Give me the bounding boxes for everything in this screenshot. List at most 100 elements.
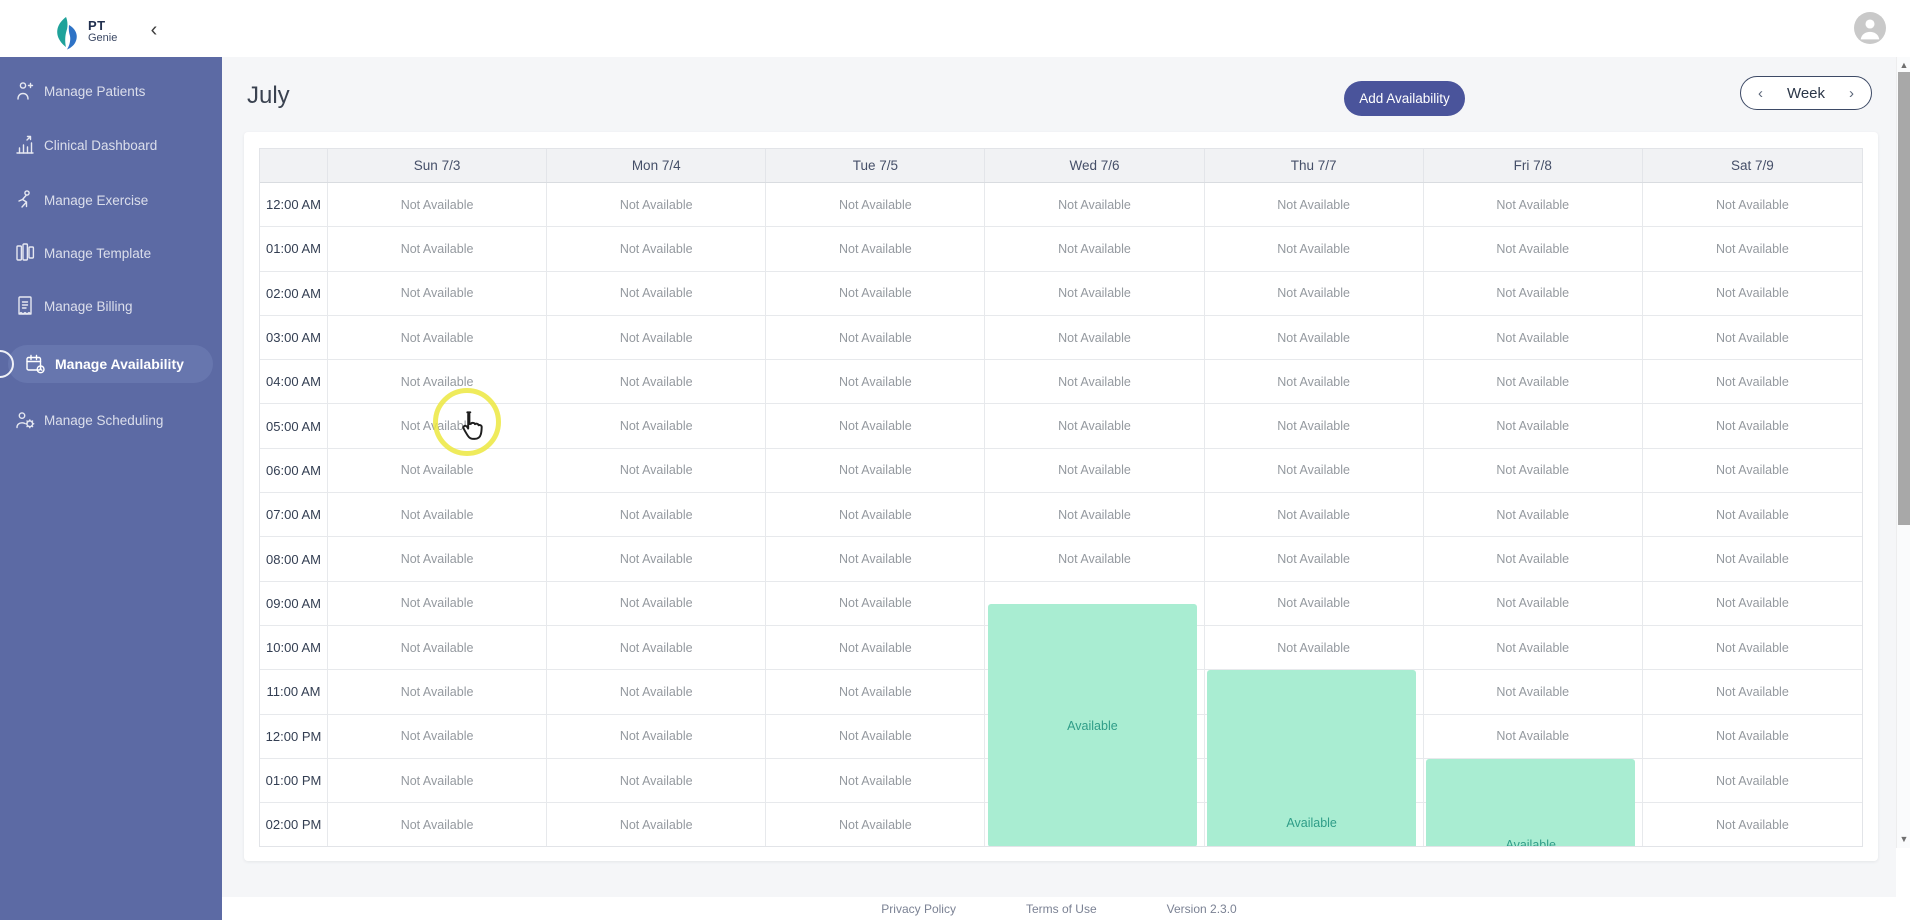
calendar-cell[interactable]: Not Available (547, 758, 767, 804)
user-avatar[interactable] (1854, 12, 1886, 44)
calendar-cell[interactable]: Not Available (328, 493, 548, 538)
calendar-cell[interactable]: Not Available (766, 758, 986, 804)
calendar-cell[interactable]: Not Available (1423, 448, 1643, 494)
calendar-cell[interactable]: Not Available (547, 271, 767, 316)
calendar-cell[interactable]: Not Available (766, 714, 986, 759)
calendar-cell[interactable]: Not Available (547, 315, 767, 361)
calendar-cell[interactable]: Not Available (766, 183, 986, 228)
calendar-cell[interactable]: Not Available (1642, 448, 1862, 494)
footer-link-terms-of-use[interactable]: Terms of Use (1026, 902, 1097, 916)
calendar-cell[interactable]: Not Available (1204, 581, 1424, 626)
calendar-cell[interactable]: Not Available (1204, 183, 1424, 228)
calendar-cell[interactable]: Not Available (1642, 183, 1862, 228)
calendar-cell[interactable]: Not Available (328, 360, 548, 405)
calendar-cell[interactable]: Not Available (1204, 625, 1424, 671)
calendar-cell[interactable]: Not Available (1423, 493, 1643, 538)
add-availability-button[interactable]: Add Availability (1344, 81, 1465, 116)
calendar-cell[interactable]: Not Available (547, 404, 767, 449)
calendar-cell[interactable]: Not Available (1423, 183, 1643, 228)
calendar-cell[interactable]: Not Available (985, 315, 1205, 361)
sidebar-item-clinical-dashboard[interactable]: Clinical Dashboard (0, 123, 222, 167)
calendar-cell[interactable]: Not Available (985, 183, 1205, 228)
calendar-cell[interactable]: Not Available (1642, 537, 1862, 582)
calendar-cell[interactable]: Not Available (1642, 493, 1862, 538)
calendar-cell[interactable]: Not Available (766, 581, 986, 626)
sidebar-item-manage-patients[interactable]: Manage Patients (0, 69, 222, 113)
calendar-cell[interactable]: Not Available (547, 803, 767, 846)
calendar-cell[interactable]: Not Available (547, 670, 767, 715)
sidebar-item-manage-template[interactable]: Manage Template (0, 231, 222, 275)
calendar-cell[interactable]: Not Available (1423, 227, 1643, 272)
calendar-cell[interactable]: Not Available (328, 183, 548, 228)
calendar-cell[interactable]: Not Available (985, 404, 1205, 449)
calendar-cell[interactable]: Not Available (1423, 315, 1643, 361)
calendar-cell[interactable]: Not Available (1642, 271, 1862, 316)
vertical-scrollbar[interactable]: ▲ ▼ (1896, 57, 1910, 848)
calendar-cell[interactable]: Not Available (328, 581, 548, 626)
calendar-cell[interactable]: Not Available (1642, 670, 1862, 715)
calendar-cell[interactable]: Not Available (1642, 404, 1862, 449)
calendar-cell[interactable]: Not Available (328, 537, 548, 582)
next-week-chevron-icon[interactable]: › (1846, 84, 1857, 103)
calendar-cell[interactable]: Not Available (985, 227, 1205, 272)
scroll-down-arrow-icon[interactable]: ▼ (1898, 833, 1910, 845)
calendar-cell[interactable]: Not Available (766, 227, 986, 272)
calendar-cell[interactable]: Not Available (328, 803, 548, 846)
calendar-cell[interactable]: Not Available (1204, 315, 1424, 361)
calendar-cell[interactable]: Not Available (1204, 448, 1424, 494)
calendar-cell[interactable]: Not Available (766, 271, 986, 316)
calendar-cell[interactable]: Not Available (547, 448, 767, 494)
calendar-cell[interactable]: Not Available (547, 714, 767, 759)
sidebar-item-manage-exercise[interactable]: Manage Exercise (0, 178, 222, 222)
calendar-cell[interactable]: Not Available (328, 315, 548, 361)
calendar-cell[interactable]: Not Available (766, 493, 986, 538)
calendar-cell[interactable]: Not Available (985, 271, 1205, 316)
calendar-cell[interactable]: Not Available (1642, 714, 1862, 759)
scrollbar-thumb[interactable] (1898, 72, 1910, 525)
calendar-cell[interactable]: Not Available (1423, 625, 1643, 671)
calendar-cell[interactable]: Not Available (1423, 714, 1643, 759)
calendar-cell[interactable]: Not Available (766, 448, 986, 494)
calendar-cell[interactable]: Not Available (328, 448, 548, 494)
sidebar-item-manage-billing[interactable]: Manage Billing (0, 284, 222, 328)
calendar-cell[interactable]: Not Available (328, 714, 548, 759)
calendar-cell[interactable]: Not Available (1204, 271, 1424, 316)
calendar-cell[interactable]: Not Available (1423, 360, 1643, 405)
calendar-cell[interactable]: Not Available (985, 448, 1205, 494)
calendar-cell[interactable]: Not Available (547, 227, 767, 272)
footer-link-privacy-policy[interactable]: Privacy Policy (881, 902, 956, 916)
calendar-cell[interactable]: Not Available (766, 625, 986, 671)
calendar-cell[interactable]: Not Available (766, 315, 986, 361)
calendar-cell[interactable]: Not Available (328, 404, 548, 449)
calendar-cell[interactable]: Not Available (1642, 803, 1862, 846)
sidebar-item-manage-availability[interactable]: Manage Availability (0, 345, 213, 383)
calendar-cell[interactable]: Not Available (1642, 360, 1862, 405)
calendar-cell[interactable]: Not Available (1204, 537, 1424, 582)
calendar-cell[interactable]: Not Available (1423, 404, 1643, 449)
calendar-cell[interactable]: Not Available (766, 360, 986, 405)
calendar-cell[interactable]: Not Available (985, 537, 1205, 582)
calendar-cell[interactable]: Not Available (1204, 360, 1424, 405)
calendar-cell[interactable]: Not Available (328, 625, 548, 671)
calendar-cell[interactable]: Not Available (547, 183, 767, 228)
sidebar-item-manage-scheduling[interactable]: Manage Scheduling (0, 398, 222, 442)
calendar-cell[interactable]: Not Available (1642, 758, 1862, 804)
calendar-cell[interactable]: Not Available (1642, 581, 1862, 626)
calendar-cell[interactable]: Not Available (1642, 227, 1862, 272)
calendar-cell[interactable]: Not Available (1642, 315, 1862, 361)
availability-block[interactable]: Available (1426, 758, 1636, 846)
calendar-cell[interactable]: Not Available (328, 758, 548, 804)
calendar-cell[interactable]: Not Available (328, 670, 548, 715)
calendar-cell[interactable]: Not Available (547, 625, 767, 671)
availability-block[interactable]: Available (987, 603, 1197, 846)
calendar-cell[interactable]: Not Available (985, 360, 1205, 405)
calendar-cell[interactable]: Not Available (766, 537, 986, 582)
calendar-cell[interactable]: Not Available (328, 271, 548, 316)
calendar-cell[interactable]: Not Available (1204, 493, 1424, 538)
calendar-cell[interactable]: Not Available (328, 227, 548, 272)
calendar-cell[interactable]: Not Available (766, 670, 986, 715)
calendar-cell[interactable]: Not Available (1642, 625, 1862, 671)
calendar-cell[interactable]: Not Available (766, 404, 986, 449)
pt-genie-logo[interactable]: PT Genie (53, 16, 117, 52)
calendar-cell[interactable]: Not Available (1423, 537, 1643, 582)
